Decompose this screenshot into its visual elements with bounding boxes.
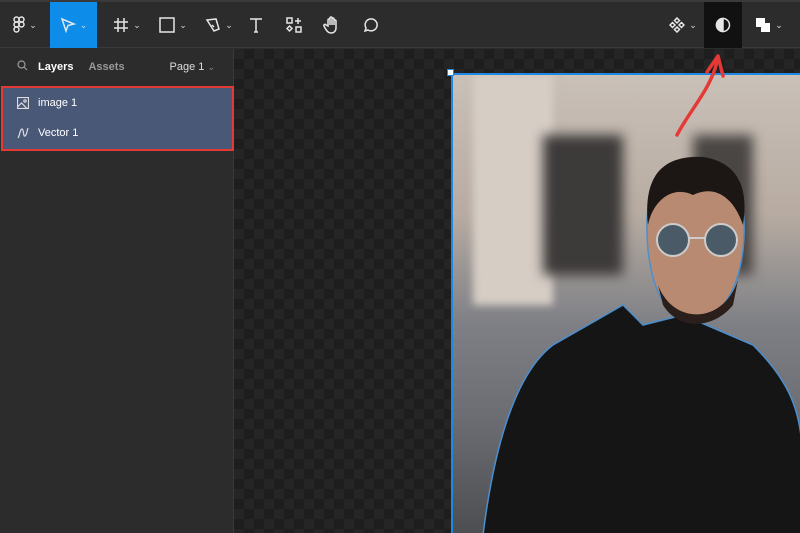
chevron-down-icon: ⌄ bbox=[225, 19, 233, 30]
image-icon bbox=[17, 97, 29, 109]
selection-handle[interactable] bbox=[447, 69, 454, 76]
vector-icon bbox=[17, 127, 29, 139]
tab-assets[interactable]: Assets bbox=[88, 61, 124, 73]
page-label: Page 1 bbox=[169, 61, 205, 73]
components-button[interactable]: ⌄ bbox=[662, 2, 704, 48]
search-icon[interactable] bbox=[17, 60, 29, 74]
pen-icon bbox=[205, 18, 221, 32]
chevron-down-icon: ⌄ bbox=[133, 19, 141, 30]
page-selector[interactable]: Page 1 ⌄ bbox=[170, 61, 215, 73]
layer-image-1[interactable]: image 1 bbox=[3, 88, 232, 118]
chevron-down-icon: ⌄ bbox=[179, 19, 187, 30]
comment-icon bbox=[363, 18, 378, 33]
components-icon bbox=[669, 17, 686, 33]
hand-tool-button[interactable] bbox=[318, 2, 346, 48]
hand-icon bbox=[323, 16, 337, 34]
layers-panel: Layers Assets Page 1 ⌄ image 1 Vector 1 bbox=[0, 49, 234, 533]
move-tool-button[interactable]: ⌄ bbox=[50, 2, 97, 48]
text-tool-button[interactable] bbox=[242, 2, 270, 48]
chevron-down-icon: ⌄ bbox=[79, 19, 88, 30]
contrast-toggle-button[interactable] bbox=[704, 2, 742, 48]
toolbar: ⌄ ⌄ ⌄ ⌄ ⌄ ⌄ ⌄ bbox=[0, 0, 800, 48]
contrast-icon bbox=[715, 17, 731, 33]
person-silhouette bbox=[482, 156, 800, 533]
resources-icon bbox=[286, 17, 302, 33]
frame-icon bbox=[114, 18, 129, 32]
chevron-down-icon: ⌄ bbox=[689, 19, 697, 30]
resources-button[interactable] bbox=[280, 2, 308, 48]
comment-tool-button[interactable] bbox=[356, 2, 384, 48]
pen-tool-button[interactable]: ⌄ bbox=[196, 2, 242, 48]
boolean-union-icon bbox=[756, 18, 771, 32]
cursor-icon bbox=[60, 17, 76, 33]
rectangle-icon bbox=[159, 17, 175, 33]
image-1-frame[interactable] bbox=[451, 73, 800, 533]
figma-logo-icon bbox=[13, 16, 25, 33]
tab-layers[interactable]: Layers bbox=[38, 61, 73, 73]
boolean-button[interactable]: ⌄ bbox=[748, 2, 790, 48]
shape-tool-button[interactable]: ⌄ bbox=[150, 2, 196, 48]
layer-vector-1[interactable]: Vector 1 bbox=[3, 118, 232, 148]
annotation-arrow bbox=[675, 54, 725, 137]
layer-name: Vector 1 bbox=[38, 127, 79, 139]
chevron-down-icon: ⌄ bbox=[775, 19, 783, 30]
text-icon bbox=[250, 18, 262, 33]
selected-layers-highlight: image 1 Vector 1 bbox=[1, 86, 234, 151]
figma-menu-button[interactable]: ⌄ bbox=[0, 2, 50, 48]
frame-tool-button[interactable]: ⌄ bbox=[104, 2, 150, 48]
layer-name: image 1 bbox=[38, 97, 78, 109]
chevron-down-icon: ⌄ bbox=[29, 19, 37, 30]
